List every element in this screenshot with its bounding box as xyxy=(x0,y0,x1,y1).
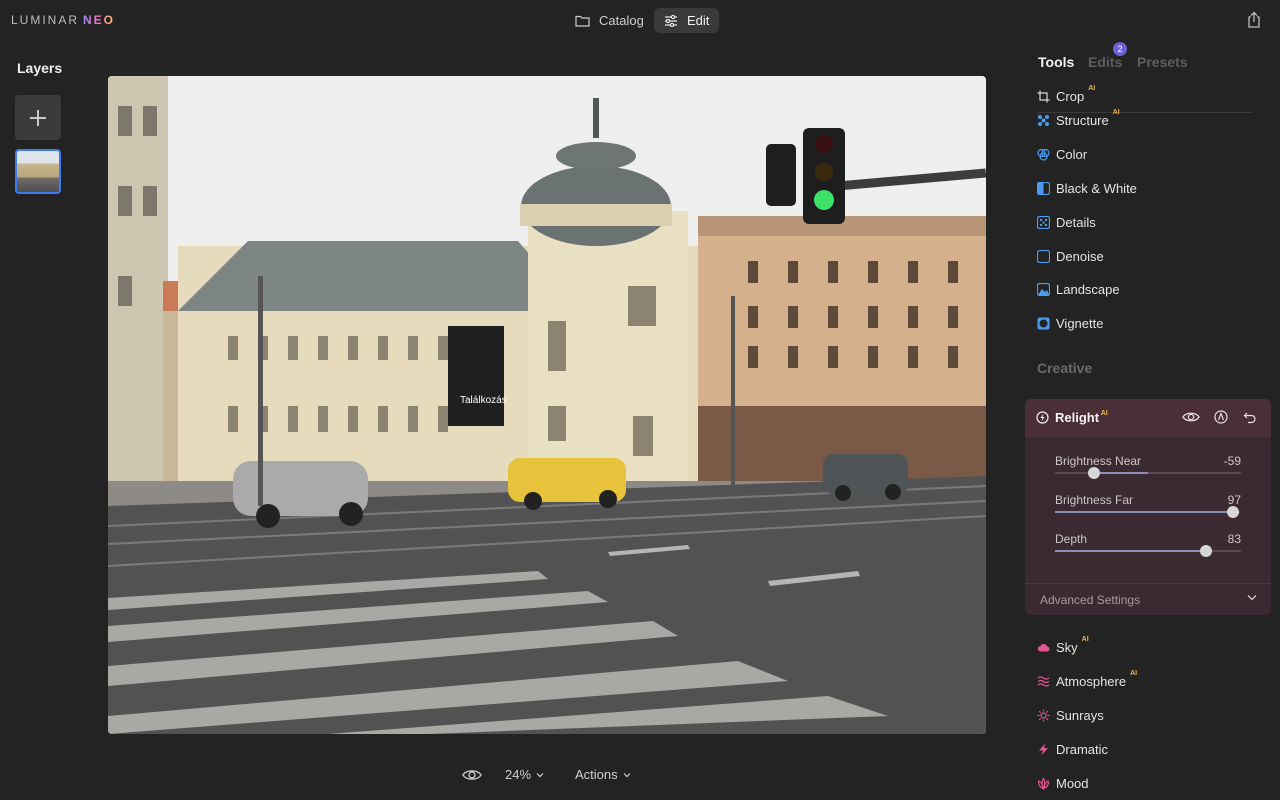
tool-label: Atmosphere xyxy=(1056,673,1127,689)
ai-badge: AI xyxy=(1130,670,1138,677)
plus-icon xyxy=(30,109,46,126)
tool-structure[interactable]: Structure AI xyxy=(1037,109,1120,129)
tool-denoise[interactable]: Denoise xyxy=(1037,247,1104,265)
tool-details[interactable]: Details xyxy=(1037,213,1096,231)
tool-black-white[interactable]: Black & White xyxy=(1037,179,1137,197)
zoom-dropdown[interactable]: 24% xyxy=(505,767,544,782)
tool-atmosphere[interactable]: Atmosphere AI xyxy=(1037,670,1138,690)
bottom-toolbar: 24% Actions xyxy=(0,760,1015,790)
photo-canvas[interactable]: Találkozás xyxy=(108,76,986,734)
sliders-icon xyxy=(665,14,677,27)
vignette-icon xyxy=(1037,317,1050,329)
poster-text: Találkozás xyxy=(460,395,507,406)
atmosphere-icon xyxy=(1037,675,1050,687)
tool-label: Vignette xyxy=(1056,315,1104,331)
edit-tab[interactable]: Edit xyxy=(654,8,720,33)
app-logo: LUMINAR NEO xyxy=(11,13,115,27)
tool-dramatic[interactable]: Dramatic xyxy=(1037,740,1108,758)
ai-badge: AI xyxy=(1112,109,1120,116)
chevron-down-icon xyxy=(1247,595,1257,601)
slider-value: -59 xyxy=(1223,454,1241,468)
creative-section-title: Creative xyxy=(1037,360,1093,376)
color-icon xyxy=(1037,148,1050,161)
tab-presets[interactable]: Presets xyxy=(1137,54,1188,70)
tool-sunrays[interactable]: Sunrays xyxy=(1037,706,1104,724)
layer-thumbnail[interactable] xyxy=(15,149,61,194)
visibility-eye-icon[interactable] xyxy=(1182,410,1200,424)
tool-label: Black & White xyxy=(1056,180,1137,196)
actions-label: Actions xyxy=(575,767,618,782)
zoom-value: 24% xyxy=(505,767,532,782)
catalog-tab[interactable]: Catalog xyxy=(565,8,654,33)
tab-tools[interactable]: Tools xyxy=(1038,54,1074,70)
tool-vignette[interactable]: Vignette xyxy=(1037,314,1103,332)
tools-panel: Tools Edits 2 Presets Crop AI Structure … xyxy=(1015,40,1280,800)
chevron-down-icon xyxy=(536,772,544,777)
relight-title: Relight AI xyxy=(1055,410,1108,425)
street-photo: Találkozás xyxy=(108,76,986,734)
slider-knob[interactable] xyxy=(1088,467,1101,479)
share-icon[interactable] xyxy=(1246,11,1262,29)
tool-crop[interactable]: Crop AI xyxy=(1037,85,1096,105)
black-white-icon xyxy=(1037,181,1050,195)
eye-icon[interactable] xyxy=(462,768,482,782)
ai-badge: AI xyxy=(1100,410,1108,417)
tool-mood[interactable]: Mood xyxy=(1037,774,1089,792)
relight-tool-card: Relight AI Brightness Near -59 Brightnes… xyxy=(1025,399,1271,615)
advanced-settings-label: Advanced Settings xyxy=(1040,593,1141,607)
top-bar: LUMINAR NEO Catalog Edit xyxy=(0,0,1280,40)
slider-label: Brightness Near xyxy=(1055,454,1142,468)
mood-icon xyxy=(1038,776,1049,790)
edit-label: Edit xyxy=(687,13,710,28)
mask-brush-icon[interactable] xyxy=(1214,410,1228,424)
edits-count-badge: 2 xyxy=(1113,42,1127,56)
chevron-down-icon xyxy=(623,772,631,777)
layers-title: Layers xyxy=(17,60,63,76)
slider-label: Depth xyxy=(1055,532,1088,546)
tool-label: Sky xyxy=(1056,639,1078,655)
catalog-label: Catalog xyxy=(599,13,644,28)
tool-label: Denoise xyxy=(1056,248,1104,264)
tool-label: Color xyxy=(1056,146,1088,162)
folder-icon xyxy=(575,15,590,27)
tool-label: Dramatic xyxy=(1056,741,1109,757)
dramatic-icon xyxy=(1039,743,1048,755)
ai-badge: AI xyxy=(1081,636,1089,643)
tab-edits[interactable]: Edits xyxy=(1088,54,1122,70)
tool-label: Sunrays xyxy=(1056,707,1104,723)
landscape-icon xyxy=(1037,282,1050,296)
tool-label: Structure xyxy=(1056,112,1109,128)
sky-icon xyxy=(1037,643,1050,651)
tool-sky[interactable]: Sky AI xyxy=(1037,636,1089,656)
slider-fill xyxy=(1055,511,1233,513)
actions-dropdown[interactable]: Actions xyxy=(575,767,631,782)
slider-value: 97 xyxy=(1227,493,1241,507)
slider-fill xyxy=(1055,550,1206,552)
slider-value: 83 xyxy=(1227,532,1241,546)
reset-undo-icon[interactable] xyxy=(1243,410,1257,424)
advanced-settings-toggle[interactable]: Advanced Settings xyxy=(1025,583,1271,615)
tool-label: Details xyxy=(1056,214,1096,230)
ai-badge: AI xyxy=(1088,85,1096,92)
tool-label: Landscape xyxy=(1056,281,1120,297)
add-layer-button[interactable] xyxy=(15,95,61,140)
slider-knob[interactable] xyxy=(1199,545,1212,557)
slider-label: Brightness Far xyxy=(1055,493,1134,507)
logo-accent: NEO xyxy=(83,13,116,27)
slider-fill xyxy=(1094,472,1148,474)
relight-label: Relight xyxy=(1055,410,1100,425)
relight-icon xyxy=(1036,411,1049,424)
tool-label: Mood xyxy=(1056,775,1089,791)
tool-label: Crop xyxy=(1056,88,1085,104)
tool-color[interactable]: Color xyxy=(1037,145,1087,163)
slider-knob[interactable] xyxy=(1226,506,1239,518)
denoise-icon xyxy=(1037,249,1050,263)
structure-icon xyxy=(1038,114,1049,126)
sunrays-icon xyxy=(1037,709,1050,721)
crop-icon xyxy=(1037,90,1050,102)
details-icon xyxy=(1037,215,1050,229)
tool-landscape[interactable]: Landscape xyxy=(1037,280,1120,298)
slider-track[interactable] xyxy=(1055,472,1241,474)
logo-main: LUMINAR xyxy=(11,13,80,27)
